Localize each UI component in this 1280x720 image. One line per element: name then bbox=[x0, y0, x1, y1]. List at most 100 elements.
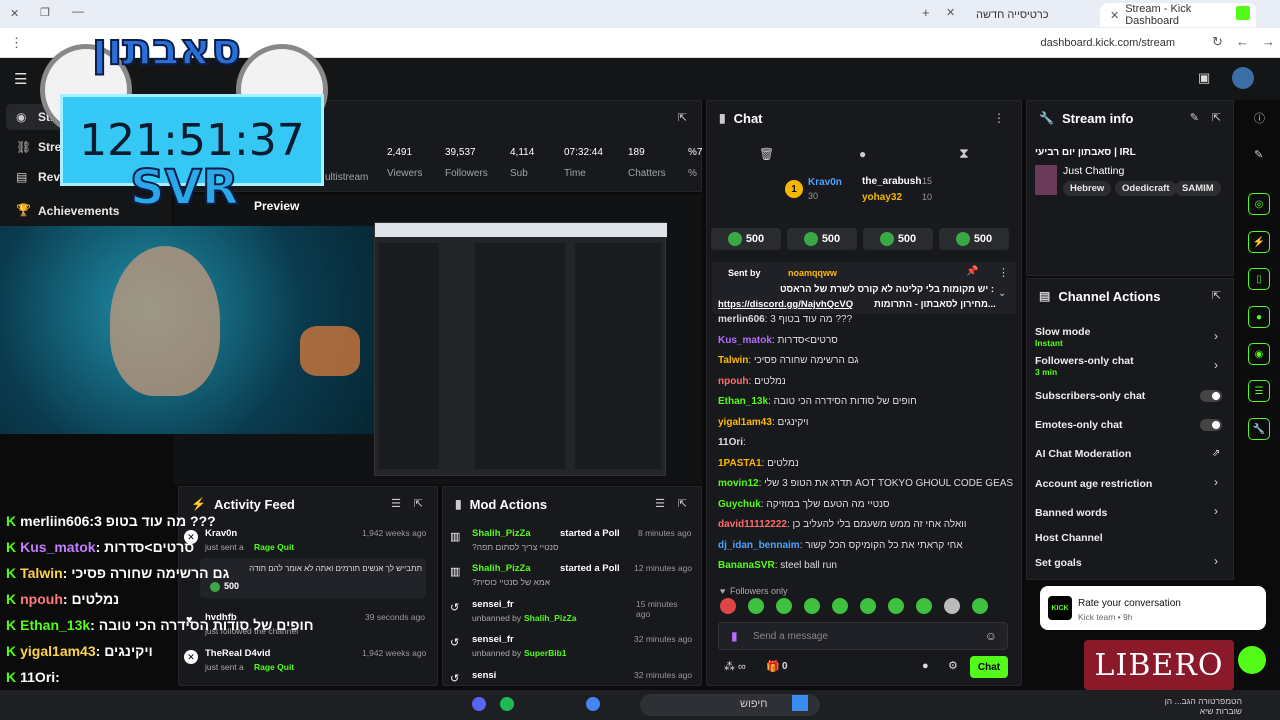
gift-badge[interactable]: 500 bbox=[939, 228, 1009, 250]
chat-message[interactable]: merlin606: מה עוד בטוף 3 ??? bbox=[718, 314, 852, 325]
comment-icon[interactable]: ● bbox=[859, 147, 866, 161]
emote-icon[interactable] bbox=[944, 598, 960, 614]
maximize-icon[interactable]: ❐ bbox=[40, 6, 50, 19]
chevron-right-icon[interactable]: › bbox=[1214, 554, 1218, 568]
emote-icon[interactable] bbox=[916, 598, 932, 614]
trash-icon[interactable]: 🗑 bbox=[759, 147, 774, 161]
hamburger-menu-icon[interactable]: ☰ bbox=[14, 70, 27, 88]
chat-input[interactable]: ▮ Send a message ☺ bbox=[718, 622, 1008, 650]
popout-icon[interactable]: ⇱ bbox=[678, 111, 687, 124]
chat-username[interactable]: movin12 bbox=[718, 478, 759, 489]
chat-message[interactable]: movin12: תדרג את הטופ 3 שלי AOT TOKYO GH… bbox=[718, 478, 1013, 489]
chevron-right-icon[interactable]: › bbox=[1214, 358, 1218, 372]
minimize-icon[interactable]: — bbox=[72, 4, 84, 18]
discord-icon[interactable] bbox=[472, 697, 486, 711]
chat-message[interactable]: david11112222: וואלה אחי זה ממש משעמם בל… bbox=[718, 519, 966, 530]
gift-badge[interactable]: 500 bbox=[787, 228, 857, 250]
pencil-icon[interactable]: ✎ bbox=[1254, 148, 1263, 161]
mod-actor[interactable]: sensei_fr bbox=[472, 599, 514, 610]
chat-username[interactable]: BananaSVR bbox=[718, 560, 775, 571]
chat-username[interactable]: Guychuk bbox=[718, 499, 761, 510]
chat-username[interactable]: Talwin bbox=[718, 355, 748, 366]
document-icon[interactable]: ▯ bbox=[1248, 268, 1270, 290]
chat-message[interactable]: yigal1am43: ויקינגים bbox=[718, 417, 809, 428]
settings-gear-icon[interactable]: ⚙ bbox=[948, 659, 958, 672]
chat-username[interactable]: 1PASTA1 bbox=[718, 458, 762, 469]
popout-icon[interactable]: ⇱ bbox=[1212, 111, 1221, 124]
pin-icon[interactable]: 📌 bbox=[966, 266, 978, 277]
list-icon[interactable]: ☰ bbox=[1248, 380, 1270, 402]
chevron-down-icon[interactable]: ⌄ bbox=[998, 288, 1006, 299]
chat-username[interactable]: dj_idan_bennaim bbox=[718, 540, 800, 551]
popout-icon[interactable]: ⇱ bbox=[678, 497, 687, 510]
new-tab-icon[interactable]: + bbox=[922, 5, 930, 20]
chat-username[interactable]: merlin606 bbox=[718, 314, 765, 325]
menu-dots-icon[interactable]: ⋮ bbox=[10, 35, 23, 51]
pinned-link[interactable]: https://discord.gg/NajvhQcVQ bbox=[718, 299, 853, 310]
close-tab-icon[interactable]: ✕ bbox=[1110, 9, 1119, 22]
emote-icon[interactable] bbox=[748, 598, 764, 614]
chat-message[interactable]: Talwin: גם הרשימה שחורה פסיכי bbox=[718, 355, 859, 366]
avatar[interactable] bbox=[1232, 67, 1254, 89]
mod-actor[interactable]: sensi bbox=[472, 670, 496, 681]
emote-icon[interactable] bbox=[720, 598, 736, 614]
chrome-icon[interactable] bbox=[586, 697, 600, 711]
chat-message[interactable]: Ethan_13k: חופים של סודות הסידרה הכי טוב… bbox=[718, 396, 917, 407]
followers-only-row[interactable]: Followers-only chat 3 min bbox=[1035, 355, 1225, 377]
mod-target[interactable]: SuperBib1 bbox=[524, 648, 567, 658]
more-icon[interactable]: ⋮ bbox=[993, 111, 1005, 125]
external-link-icon[interactable]: ⇗ bbox=[1212, 448, 1220, 459]
emote-icon[interactable] bbox=[776, 598, 792, 614]
url-field[interactable]: dashboard.kick.com/stream bbox=[1041, 37, 1176, 49]
chevron-right-icon[interactable]: › bbox=[1214, 504, 1218, 518]
set-goals-row[interactable]: Set goals bbox=[1035, 557, 1225, 569]
emoji-icon[interactable]: ☺ bbox=[985, 629, 997, 643]
hourglass-icon[interactable]: ⧗ bbox=[959, 145, 969, 162]
chat-bubble-icon[interactable]: ● bbox=[1248, 306, 1270, 328]
theater-icon[interactable]: ▣ bbox=[1198, 70, 1210, 86]
chat-username[interactable]: yigal1am43 bbox=[718, 417, 772, 428]
tab-new[interactable]: כרטיסייה חדשה bbox=[966, 3, 1096, 27]
more-icon[interactable]: ⋮ bbox=[998, 266, 1009, 279]
gift-badge[interactable]: 500 bbox=[863, 228, 933, 250]
chat-username[interactable]: Kus_matok bbox=[718, 335, 772, 346]
emotes-only-row[interactable]: Emotes-only chat bbox=[1035, 419, 1225, 431]
chevron-right-icon[interactable]: › bbox=[1214, 329, 1218, 343]
leader-name[interactable]: yohay32 bbox=[862, 192, 902, 203]
emote-icon[interactable] bbox=[832, 598, 848, 614]
chat-message[interactable]: 1PASTA1: נמלטים bbox=[718, 458, 799, 469]
chat-username[interactable]: Ethan_13k bbox=[718, 396, 768, 407]
points-icon[interactable]: ⁂ ∞ bbox=[724, 660, 746, 673]
emote-icon[interactable] bbox=[888, 598, 904, 614]
rate-conversation-toast[interactable]: KICK Rate your conversation Kick team • … bbox=[1040, 586, 1266, 630]
chat-username[interactable]: david11112222 bbox=[718, 519, 787, 530]
back-icon[interactable]: ← bbox=[1236, 34, 1249, 49]
account-age-row[interactable]: Account age restriction bbox=[1035, 478, 1225, 490]
leader-name[interactable]: Krav0n bbox=[808, 177, 842, 188]
message-icon[interactable]: ● bbox=[922, 660, 929, 672]
send-chat-button[interactable]: Chat bbox=[970, 656, 1008, 678]
windows-start-icon[interactable] bbox=[792, 695, 808, 711]
pinned-sender[interactable]: noamqqww bbox=[788, 268, 837, 278]
close-window-icon[interactable]: ✕ bbox=[10, 7, 19, 20]
popout-icon[interactable]: ⇱ bbox=[414, 497, 423, 510]
emote-icon[interactable] bbox=[860, 598, 876, 614]
feed-name[interactable]: Krav0n bbox=[205, 528, 237, 539]
emotes-only-toggle[interactable] bbox=[1200, 419, 1222, 431]
chat-message[interactable]: Kus_matok: סרטים>סדרות bbox=[718, 335, 838, 346]
chat-message[interactable]: 11Ori: bbox=[718, 437, 746, 448]
mod-actor[interactable]: sensei_fr bbox=[472, 634, 514, 645]
help-chat-icon[interactable] bbox=[1238, 646, 1266, 674]
tab-kick-dashboard[interactable]: ✕ Stream - Kick Dashboard bbox=[1100, 3, 1256, 27]
preview-video[interactable] bbox=[374, 222, 667, 476]
chat-username[interactable]: npouh bbox=[718, 376, 749, 387]
host-channel-row[interactable]: Host Channel bbox=[1035, 532, 1225, 544]
category-name[interactable]: Just Chatting bbox=[1063, 165, 1124, 177]
emote-icon[interactable] bbox=[972, 598, 988, 614]
chevron-right-icon[interactable]: › bbox=[1214, 475, 1218, 489]
gift-badge[interactable]: 500 bbox=[711, 228, 781, 250]
filter-icon[interactable]: ☰ bbox=[655, 497, 665, 510]
mod-actor[interactable]: Shalih_PizZa bbox=[472, 528, 531, 539]
wrench-icon[interactable]: 🔧 bbox=[1248, 418, 1270, 440]
ai-moderation-row[interactable]: AI Chat Moderation bbox=[1035, 448, 1225, 460]
